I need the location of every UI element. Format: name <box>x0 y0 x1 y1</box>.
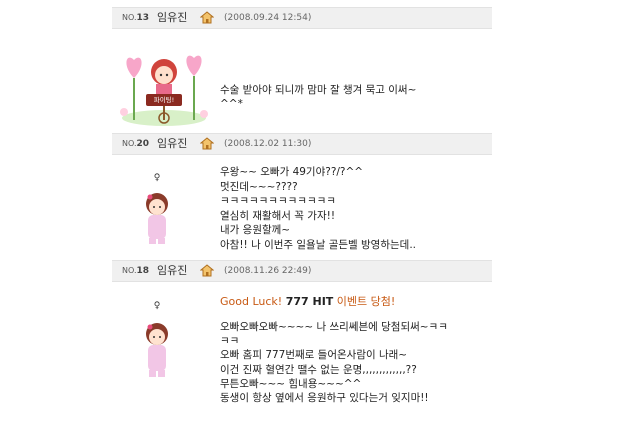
entry-number: NO.18 <box>122 266 150 276</box>
author-name-link[interactable]: 임유진 <box>157 8 187 28</box>
svg-text:♀: ♀ <box>154 301 161 311</box>
minimi-sign-text: 파이팅! <box>153 96 175 104</box>
home-icon[interactable] <box>199 264 215 277</box>
event-banner: Good Luck! 777 HIT 이벤트 당첨! <box>220 293 395 309</box>
entry-header: NO.13 임유진 (2008.09.24 12:54) <box>112 7 492 29</box>
entry-header: NO.20 임유진 (2008.12.02 11:30) <box>112 133 492 155</box>
entry-date: (2008.12.02 11:30) <box>224 139 312 149</box>
entry-message: 오빠오빠오빠~~~~ 나 쓰리쎄븐에 당첨되써~ㅋㅋ ㅋㅋ 오빠 홈피 777번… <box>220 321 448 405</box>
entry-header: NO.18 임유진 (2008.11.26 22:49) <box>112 260 492 282</box>
entry-number: NO.20 <box>122 139 150 149</box>
home-icon[interactable] <box>199 137 215 150</box>
event-prefix: Good Luck! <box>220 295 283 308</box>
entry-message: 수술 받아야 되니까 맘마 잘 챙겨 묵고 이써~ ^^* <box>220 84 417 110</box>
minimi-avatar: ♀ <box>140 170 174 250</box>
entry-number: NO.13 <box>122 13 150 23</box>
home-icon[interactable] <box>199 11 215 24</box>
author-name-link[interactable]: 임유진 <box>157 134 187 154</box>
author-name-link[interactable]: 임유진 <box>157 261 187 281</box>
svg-text:♀: ♀ <box>154 173 161 183</box>
minimi-room-image: 파이팅! <box>118 38 210 128</box>
entry-date: (2008.09.24 12:54) <box>224 13 312 23</box>
entry-date: (2008.11.26 22:49) <box>224 266 312 276</box>
minimi-avatar: ♀ <box>140 296 174 384</box>
entry-message: 우왕~~ 오빠가 49기야??/?^^ 멋진데~~~???? ㅋㅋㅋㅋㅋㅋㅋㅋㅋ… <box>220 166 417 251</box>
event-suffix: 이벤트 당첨! <box>336 295 396 308</box>
event-hit-count: 777 HIT <box>285 295 334 308</box>
guestbook-page: NO.13 임유진 (2008.09.24 12:54) 파이팅! 수술 받아야… <box>0 0 624 429</box>
